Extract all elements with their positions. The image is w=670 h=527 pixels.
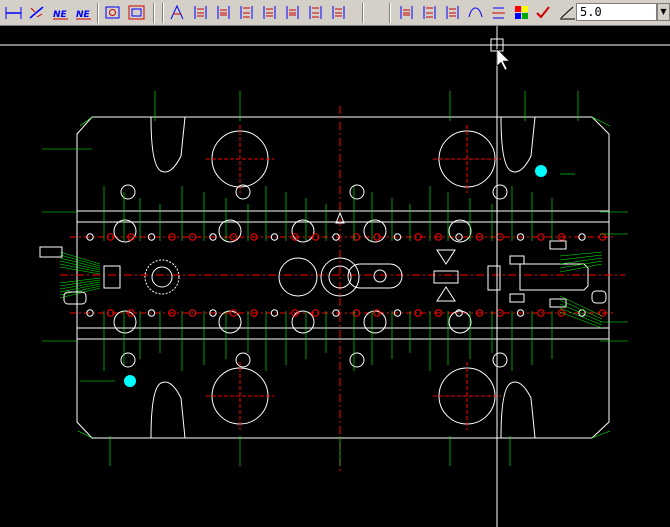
checkmark-pen-icon[interactable] (534, 2, 555, 23)
dimension-arrows-icon[interactable] (259, 2, 280, 23)
dimension-ne-icon[interactable]: NE (50, 2, 71, 23)
dimension-leader (59, 277, 101, 284)
dimension-extend-icon[interactable] (305, 2, 326, 23)
die-plate-drawing (0, 44, 670, 471)
text-angle-icon[interactable] (557, 2, 578, 23)
dimension-leader (559, 307, 603, 326)
mouse-pointer-icon (496, 48, 510, 71)
medium-hole (113, 310, 137, 334)
datum-marker (124, 375, 136, 387)
medium-hole (218, 219, 242, 243)
dimension-leader (59, 287, 101, 299)
dimension-leader (559, 263, 603, 273)
fixture-tab (63, 291, 87, 305)
dimension-ne-offset-icon[interactable]: NE (73, 2, 94, 23)
medium-hole (448, 310, 472, 334)
medium-hole (120, 352, 136, 368)
dimension-leader (59, 285, 101, 296)
medium-hole (120, 184, 136, 200)
dimension-leader (559, 254, 603, 261)
medium-hole (349, 184, 365, 200)
dimension-leader (59, 257, 101, 269)
dimension-vertical-group-icon[interactable] (190, 2, 211, 23)
dimension-leader (559, 251, 603, 257)
datum-marker (535, 165, 547, 177)
rect-punch (487, 265, 501, 291)
curve-icon[interactable] (465, 2, 486, 23)
rect-punch-right (519, 263, 589, 291)
dimension-stack-icon[interactable] (213, 2, 234, 23)
dimension-toolbar: NE NE (0, 0, 670, 26)
fixture-tab (591, 290, 607, 304)
hourglass-mid (433, 270, 459, 284)
keyhole-inner (373, 269, 387, 283)
dimension-leader (559, 311, 603, 329)
dimension-flip-icon[interactable] (328, 2, 349, 23)
dimension-leader (79, 116, 93, 127)
toolbar-separator (362, 3, 364, 23)
gear-punch-inner (151, 266, 173, 288)
medium-hole (363, 310, 387, 334)
dimension-column-icon[interactable] (442, 2, 463, 23)
slot-notch-bottom (150, 381, 186, 439)
medium-hole (349, 352, 365, 368)
dimension-bracket-icon[interactable] (282, 2, 303, 23)
gear-punch (144, 259, 180, 295)
dimension-frame-icon[interactable] (126, 2, 147, 23)
zoom-scale-field[interactable]: 5.0 (576, 3, 657, 21)
rect-punch-left (103, 265, 121, 289)
chevron-down-icon[interactable]: ▼ (657, 3, 670, 21)
dimension-stack-alt-icon[interactable] (236, 2, 257, 23)
dimension-aligned-icon[interactable] (26, 2, 47, 23)
dimension-leader (77, 430, 93, 439)
medium-hole (492, 352, 508, 368)
dimension-box-icon[interactable] (102, 2, 123, 23)
chain-icon[interactable] (396, 2, 417, 23)
slot-notch-top (150, 116, 186, 173)
medium-hole (448, 219, 472, 243)
medium-hole (291, 310, 315, 334)
text-style-icon[interactable] (488, 2, 509, 23)
medium-hole (492, 184, 508, 200)
dimension-leader (59, 254, 101, 267)
toolbar-separator (97, 3, 99, 23)
medium-hole (363, 219, 387, 243)
small-slot (509, 293, 525, 303)
dimension-leader (559, 257, 603, 265)
small-slot (509, 255, 525, 265)
dimension-leader (591, 116, 611, 127)
slot-notch-bottom (500, 381, 536, 439)
slot-notch-top (500, 116, 536, 173)
toolbar-separator (389, 3, 391, 23)
round-punch (278, 257, 318, 297)
text-edit-icon[interactable] (167, 2, 188, 23)
fixture-tab (39, 246, 63, 258)
medium-hole (291, 219, 315, 243)
list-icon[interactable] (419, 2, 440, 23)
drawing-canvas[interactable] (0, 26, 670, 527)
palette-icon[interactable] (511, 2, 532, 23)
small-slot (549, 240, 567, 250)
medium-hole (218, 310, 242, 334)
toolbar-separator (162, 3, 164, 23)
toolbar-separator (153, 3, 155, 23)
dimension-leader (591, 430, 611, 439)
crosshair-cursor (0, 26, 670, 527)
medium-hole (235, 352, 251, 368)
dimension-horizontal-icon[interactable] (3, 2, 24, 23)
medium-hole (113, 219, 137, 243)
